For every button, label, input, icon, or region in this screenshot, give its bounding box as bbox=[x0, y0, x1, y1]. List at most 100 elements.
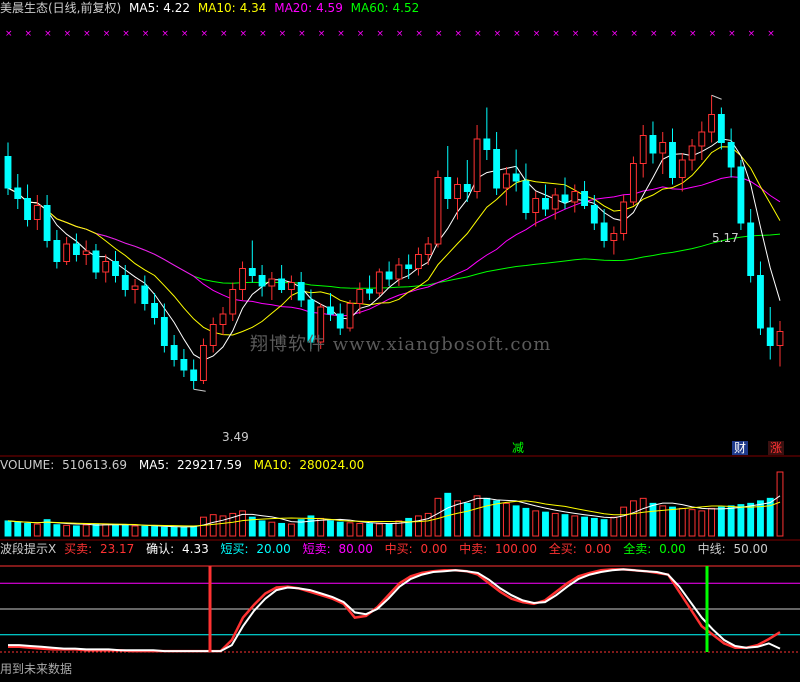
volume-bar bbox=[170, 526, 178, 537]
volume-bar bbox=[590, 517, 598, 537]
volume-bar bbox=[727, 505, 735, 537]
price-header: 美晨生态(日线,前复权) MA5: 4.22 MA10: 4.34 MA20: 4.5… bbox=[0, 1, 423, 15]
indicator-line-confirm bbox=[8, 568, 781, 653]
candle-body bbox=[278, 278, 286, 290]
ma5-value: 4.22 bbox=[163, 1, 190, 15]
volume-bar bbox=[160, 526, 168, 537]
candle-body bbox=[151, 303, 159, 318]
footer-note: 用到未来数据 bbox=[0, 662, 73, 676]
signal-marker: × bbox=[630, 29, 638, 39]
short-sell: 短卖: 80.00 bbox=[302, 542, 373, 556]
volume-bar bbox=[131, 525, 139, 537]
candle-body bbox=[512, 173, 520, 182]
signal-marker: × bbox=[298, 29, 306, 39]
ma60-label: MA60: bbox=[350, 1, 389, 15]
candle-body bbox=[287, 282, 295, 290]
candle-body bbox=[160, 317, 168, 346]
candle-body bbox=[649, 135, 657, 154]
candle-body bbox=[336, 313, 344, 329]
volume-bar bbox=[532, 510, 540, 537]
all-sell: 全卖: 0.00 bbox=[623, 542, 686, 556]
volume-bar bbox=[200, 516, 207, 537]
high-price-label: 5.17 bbox=[712, 231, 739, 245]
volume-bar bbox=[434, 497, 442, 537]
tag-rise: 涨 bbox=[768, 441, 785, 455]
volume-bar bbox=[639, 497, 647, 537]
line-ma20 bbox=[7, 176, 781, 317]
volume-bar bbox=[112, 524, 119, 537]
candle-body bbox=[493, 149, 501, 189]
watermark: 翔博软件 www.xiangbosoft.com bbox=[250, 334, 552, 355]
ma10-label: MA10: bbox=[197, 1, 236, 15]
volume-bar bbox=[414, 515, 422, 537]
candle-body bbox=[405, 264, 413, 269]
candle-body bbox=[639, 135, 647, 164]
volume-bar bbox=[102, 523, 110, 537]
signal-marker: × bbox=[767, 29, 775, 39]
candle-body bbox=[757, 275, 764, 329]
candle-body bbox=[473, 138, 481, 192]
volume-bar bbox=[600, 519, 608, 537]
volume-bar bbox=[747, 502, 755, 537]
candle-body bbox=[4, 156, 12, 189]
volume-bar bbox=[14, 521, 22, 537]
signal-marker: × bbox=[474, 29, 482, 39]
signal-marker: × bbox=[64, 29, 72, 39]
mid-sell: 中卖: 100.00 bbox=[459, 542, 537, 556]
signal-marker: × bbox=[415, 29, 423, 39]
candle-body bbox=[141, 285, 149, 304]
volume-bar bbox=[24, 522, 31, 537]
candle-body bbox=[82, 250, 90, 255]
candle-body bbox=[297, 282, 305, 301]
candle-body bbox=[532, 198, 540, 213]
signal-marker: × bbox=[240, 29, 248, 39]
volume-bar bbox=[542, 511, 549, 537]
volume-bar bbox=[72, 525, 80, 537]
candle-body bbox=[502, 173, 510, 189]
volume-bar bbox=[424, 512, 432, 537]
signal-marker: × bbox=[122, 29, 130, 39]
signal-marker: × bbox=[533, 29, 541, 39]
signal-marker: × bbox=[396, 29, 404, 39]
volume-bar bbox=[33, 523, 41, 537]
candle-body bbox=[561, 194, 569, 203]
line-ma60 bbox=[7, 187, 781, 289]
signal-marker: × bbox=[591, 29, 599, 39]
short-buy: 短买: 20.00 bbox=[220, 542, 291, 556]
candle-body bbox=[375, 271, 383, 294]
candle-body bbox=[385, 271, 393, 280]
signal-marker: × bbox=[513, 29, 521, 39]
candle-body bbox=[258, 275, 266, 287]
candle-body bbox=[248, 268, 256, 276]
volume-ma10: MA10: 280024.00 bbox=[253, 458, 365, 472]
volume-bar bbox=[190, 525, 198, 537]
volume-bar bbox=[717, 506, 725, 537]
volume-bar bbox=[346, 522, 354, 537]
signal-marker: × bbox=[161, 29, 169, 39]
indicator-line-buysell bbox=[8, 568, 781, 653]
signal-marker: × bbox=[5, 29, 13, 39]
signal-marker: × bbox=[44, 29, 52, 39]
volume-bar bbox=[209, 514, 217, 537]
ma20-label: MA20: bbox=[274, 1, 313, 15]
all-buy: 全买: 0.00 bbox=[548, 542, 612, 556]
volume-bar bbox=[581, 516, 588, 537]
candle-body bbox=[121, 275, 129, 290]
candle-body bbox=[131, 285, 139, 290]
signal-marker: × bbox=[611, 29, 619, 39]
confirm: 确认: 4.33 bbox=[146, 542, 209, 556]
candle-body bbox=[180, 359, 188, 371]
candle-body bbox=[571, 191, 579, 203]
candle-body bbox=[620, 201, 628, 234]
candle-body bbox=[463, 184, 471, 192]
candle-body bbox=[610, 233, 618, 241]
volume-bar bbox=[287, 523, 295, 537]
low-pointer bbox=[193, 388, 206, 392]
tag-reduce: 减 bbox=[512, 441, 525, 455]
candle-body bbox=[346, 303, 354, 329]
signal-marker: × bbox=[142, 29, 150, 39]
indicator-name: 波段提示X bbox=[0, 542, 57, 556]
volume-bar bbox=[366, 523, 374, 537]
candle-body bbox=[747, 222, 755, 276]
signal-marker: × bbox=[25, 29, 33, 39]
